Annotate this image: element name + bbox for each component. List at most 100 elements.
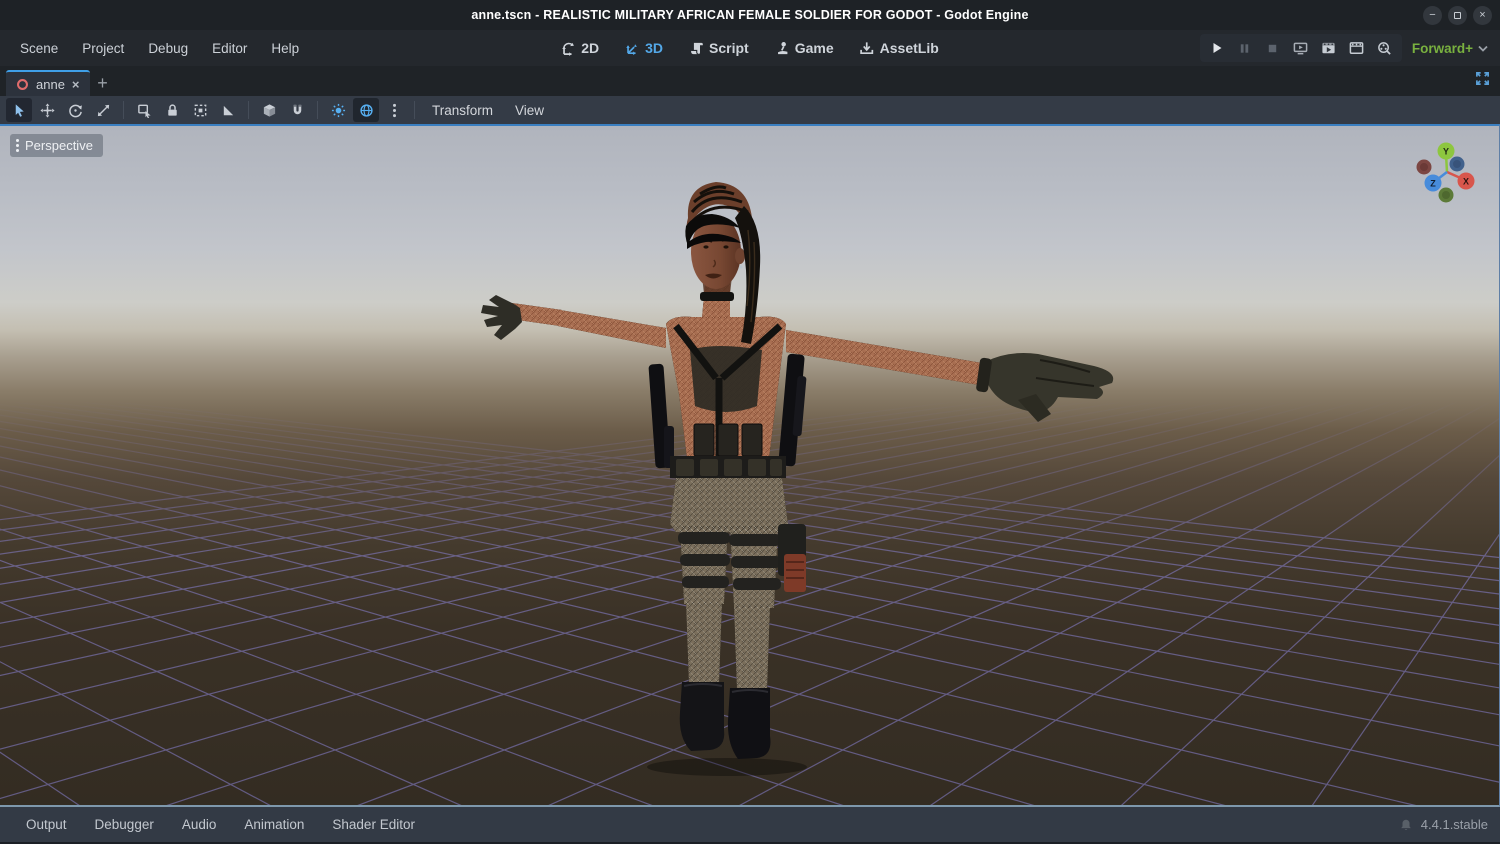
character-model[interactable]: [0, 126, 1500, 807]
notification-bell-icon[interactable]: [1399, 818, 1413, 832]
pause-button[interactable]: [1232, 36, 1258, 60]
play-custom-scene-button[interactable]: [1344, 36, 1370, 60]
move-mode-button[interactable]: [34, 98, 60, 122]
move-icon: [39, 102, 55, 118]
minimize-icon: −: [1429, 9, 1436, 21]
assetlib-label: AssetLib: [879, 40, 939, 56]
close-tab-icon[interactable]: ×: [72, 78, 80, 91]
play-icon: [1213, 43, 1222, 53]
svg-text:Z: Z: [1430, 179, 1436, 189]
view-menu-dots-icon: [16, 139, 19, 152]
toolbar-separator: [248, 101, 249, 119]
view-menu[interactable]: View: [505, 99, 554, 122]
add-scene-tab-button[interactable]: +: [90, 70, 116, 96]
scale-mode-button[interactable]: [90, 98, 116, 122]
menu-editor[interactable]: Editor: [202, 36, 257, 61]
rotate-mode-button[interactable]: [62, 98, 88, 122]
tab-game[interactable]: Game: [766, 36, 843, 60]
movie-maker-button[interactable]: [1372, 36, 1398, 60]
renderer-dropdown[interactable]: Forward+: [1412, 41, 1490, 56]
game-label: Game: [794, 40, 834, 56]
bottom-tab-shader-editor[interactable]: Shader Editor: [320, 811, 427, 838]
3d-label: 3D: [645, 40, 664, 56]
bottom-panel: Output Debugger Audio Animation Shader E…: [0, 807, 1500, 842]
ruler-icon: [223, 105, 233, 115]
editor-mode-switcher: 2D 3D Script Game AssetLib: [552, 36, 948, 60]
menu-project[interactable]: Project: [72, 36, 134, 61]
stop-icon: [1269, 44, 1277, 52]
pause-icon: [1241, 43, 1249, 53]
snap-button[interactable]: [284, 98, 310, 122]
list-select-icon: [137, 104, 151, 118]
bottom-tab-audio[interactable]: Audio: [170, 811, 229, 838]
remote-debug-button[interactable]: [1288, 36, 1314, 60]
snap-magnet-icon: [293, 104, 301, 114]
expand-viewport-button[interactable]: [1475, 71, 1490, 86]
group-button[interactable]: [187, 98, 213, 122]
lock-button[interactable]: [159, 98, 185, 122]
2d-label: 2D: [581, 40, 600, 56]
window-title: anne.tscn - REALISTIC MILITARY AFRICAN F…: [471, 8, 1029, 22]
axis-gizmo[interactable]: Y X Z: [1407, 134, 1491, 212]
preview-sunlight-button[interactable]: [325, 98, 351, 122]
bottom-tab-debugger[interactable]: Debugger: [83, 811, 166, 838]
preview-environment-button[interactable]: [353, 98, 379, 122]
view-menu-pill[interactable]: Perspective: [10, 134, 103, 157]
svg-text:X: X: [1463, 177, 1469, 187]
play-button[interactable]: [1204, 36, 1230, 60]
script-label: Script: [709, 40, 749, 56]
maximize-icon: [1454, 11, 1461, 19]
tab-2d[interactable]: 2D: [552, 36, 608, 60]
tab-3d[interactable]: 3D: [616, 36, 672, 60]
menu-help[interactable]: Help: [261, 36, 309, 61]
menu-scene[interactable]: Scene: [10, 36, 68, 61]
ruler-button[interactable]: [215, 98, 241, 122]
spatial-toolbar: Transform View: [0, 96, 1500, 124]
stop-button[interactable]: [1260, 36, 1286, 60]
titlebar: anne.tscn - REALISTIC MILITARY AFRICAN F…: [0, 0, 1500, 30]
toolbar-separator: [123, 101, 124, 119]
local-space-button[interactable]: [256, 98, 282, 122]
more-options-icon: [392, 103, 396, 117]
renderer-label: Forward+: [1411, 40, 1473, 56]
scene-node-icon: [17, 78, 28, 90]
character-shadow: [647, 758, 807, 776]
list-select-button[interactable]: [131, 98, 157, 122]
bottom-tab-animation[interactable]: Animation: [232, 811, 316, 838]
viewport-3d[interactable]: Perspective Y X Z: [0, 124, 1500, 807]
play-custom-scene-icon: [1350, 41, 1364, 54]
group-icon: [194, 104, 206, 116]
scene-tabbar: anne × +: [0, 66, 1500, 96]
scene-tab-label: anne: [36, 76, 65, 92]
preview-options-button[interactable]: [381, 98, 407, 122]
game-icon: [777, 41, 787, 54]
scene-tab-anne[interactable]: anne ×: [6, 70, 90, 96]
tab-assetlib[interactable]: AssetLib: [851, 36, 948, 60]
main-menus: Scene Project Debug Editor Help: [10, 36, 309, 61]
menu-debug[interactable]: Debug: [138, 36, 198, 61]
transform-menu[interactable]: Transform: [422, 99, 503, 122]
close-button[interactable]: ×: [1473, 5, 1492, 25]
close-icon: ×: [1479, 9, 1486, 21]
select-mode-button[interactable]: [6, 98, 32, 122]
script-icon: [690, 42, 703, 55]
play-scene-icon: [1322, 42, 1335, 53]
environment-globe-icon: [359, 103, 373, 117]
maximize-button[interactable]: [1448, 5, 1467, 25]
version-label: 4.4.1.stable: [1420, 817, 1488, 832]
local-space-cube-icon: [263, 103, 275, 117]
tab-script[interactable]: Script: [680, 36, 758, 60]
add-tab-icon: +: [97, 72, 108, 93]
minimize-button[interactable]: −: [1423, 5, 1442, 25]
2d-icon: [562, 42, 574, 56]
lock-icon: [167, 103, 177, 116]
expand-icon: [1476, 72, 1489, 85]
sun-icon: [331, 103, 345, 117]
projection-label: Perspective: [25, 138, 93, 153]
3d-icon: [626, 43, 637, 55]
rotate-icon: [68, 104, 82, 117]
bottom-tab-output[interactable]: Output: [14, 811, 79, 838]
play-scene-button[interactable]: [1316, 36, 1342, 60]
run-toolbar: Forward+: [1199, 34, 1490, 62]
scale-icon: [97, 104, 109, 116]
